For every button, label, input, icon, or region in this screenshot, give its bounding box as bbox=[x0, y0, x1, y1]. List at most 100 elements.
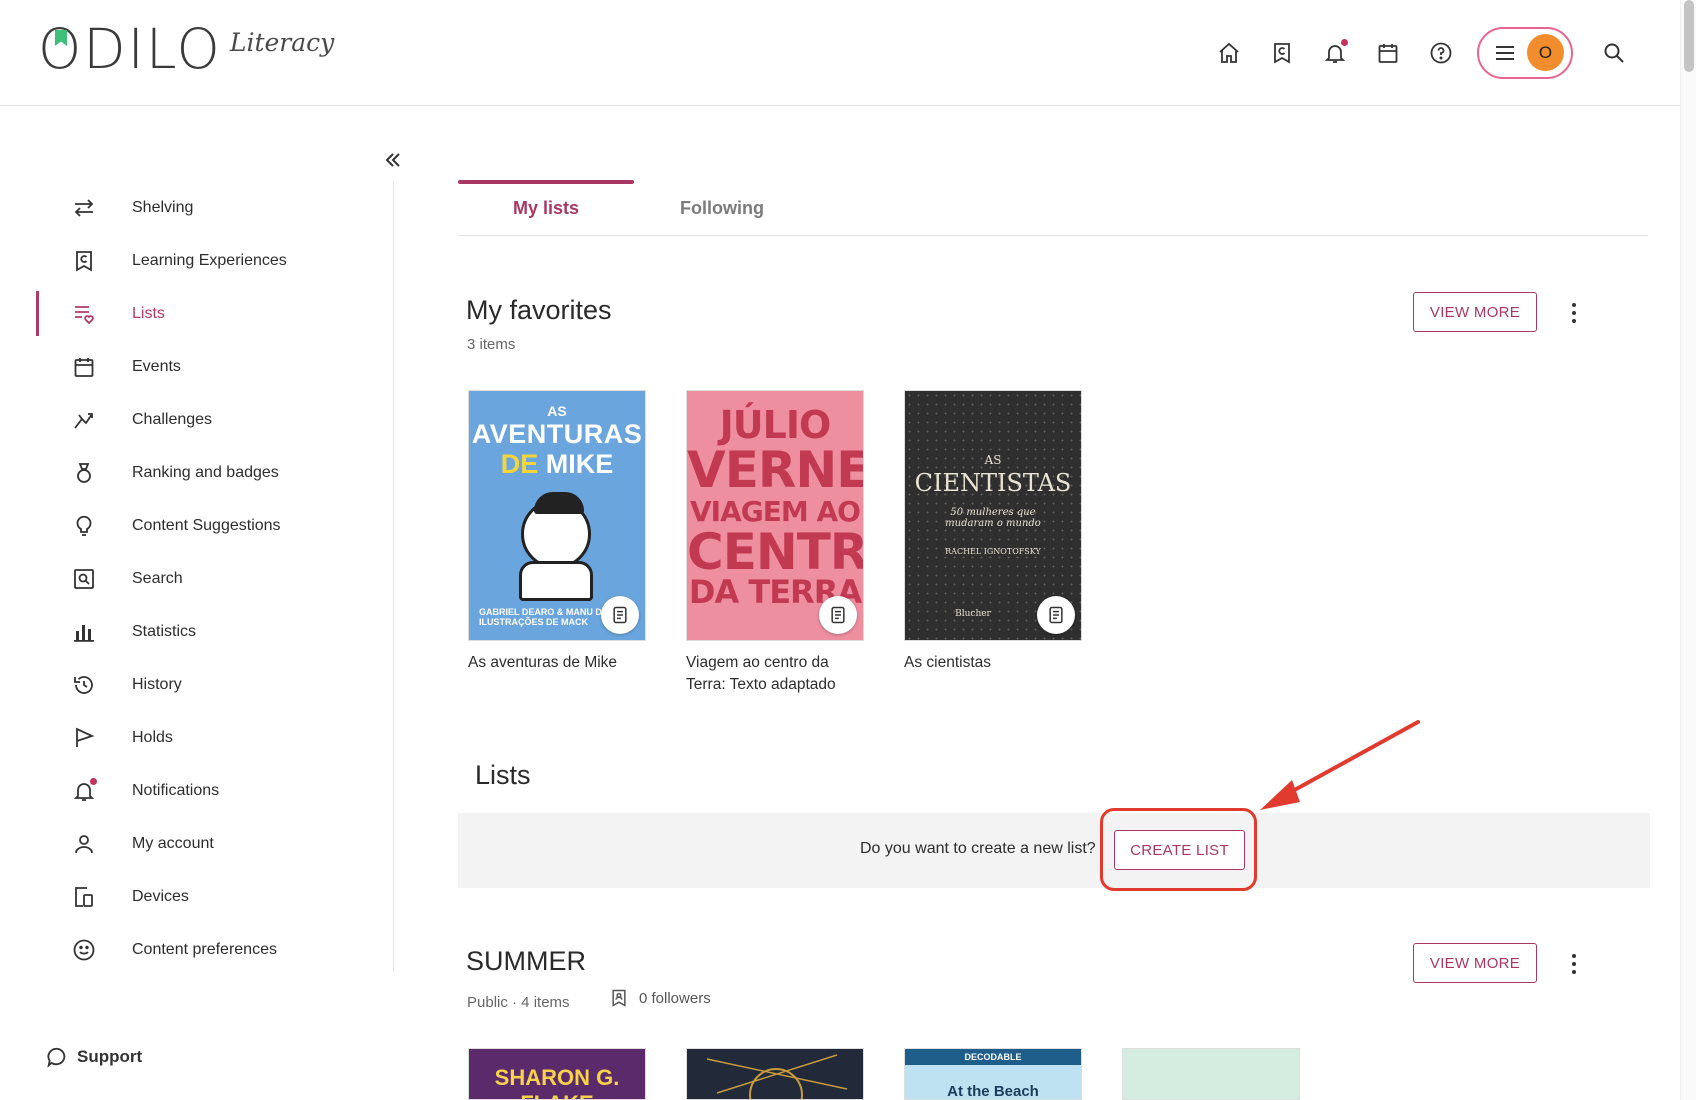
sidebar-item-notifications[interactable]: Notifications bbox=[36, 764, 376, 817]
sidebar-item-label: Learning Experiences bbox=[132, 251, 287, 269]
collapse-sidebar-icon[interactable] bbox=[381, 148, 405, 172]
book-card[interactable]: JÚLIO VERNE VIAGEM AO CENTRO DA TERRA Vi… bbox=[686, 390, 864, 696]
summer-view-more-button[interactable]: VIEW MORE bbox=[1413, 943, 1537, 983]
cover-text: DE bbox=[500, 449, 546, 479]
sidebar-item-label: History bbox=[132, 675, 182, 693]
book-cover[interactable]: SHARON G. FLAKE bbox=[468, 1048, 646, 1100]
tab-following[interactable]: Following bbox=[634, 180, 810, 236]
callout-arrow-icon bbox=[1260, 720, 1420, 810]
book-card[interactable]: AS AVENTURAS DE MIKE GABRIEL DEARO & MAN… bbox=[468, 390, 646, 674]
sidebar-item-label: Shelving bbox=[132, 198, 194, 216]
cover-illustration bbox=[521, 492, 591, 569]
summer-list-meta: Public · 4 items bbox=[467, 994, 570, 1011]
search-box-icon bbox=[71, 566, 97, 592]
sidebar-item-content-preferences[interactable]: Content preferences bbox=[36, 923, 376, 976]
calendar-icon bbox=[71, 354, 97, 380]
devices-icon bbox=[71, 884, 97, 910]
user-icon bbox=[71, 831, 97, 857]
support-label: Support bbox=[77, 1047, 143, 1066]
followers-icon bbox=[612, 989, 626, 1007]
list-heart-icon bbox=[71, 301, 97, 327]
bar-chart-icon bbox=[71, 619, 97, 645]
tab-my-lists[interactable]: My lists bbox=[458, 180, 634, 236]
user-menu-button[interactable]: O bbox=[1477, 26, 1573, 79]
sidebar-item-content-suggestions[interactable]: Content Suggestions bbox=[36, 499, 376, 552]
sidebar-item-holds[interactable]: Holds bbox=[36, 711, 376, 764]
book-cover[interactable]: DECODABLE At the Beach bbox=[904, 1048, 1082, 1100]
book-cover[interactable] bbox=[1122, 1048, 1300, 1100]
logo-product-name: Literacy bbox=[229, 28, 335, 57]
sidebar-nav: Shelving Learning Experiences Lists Even… bbox=[36, 181, 376, 976]
cover-illustration bbox=[706, 1054, 848, 1099]
sidebar-item-my-account[interactable]: My account bbox=[36, 817, 376, 870]
sidebar-item-learning-experiences[interactable]: Learning Experiences bbox=[36, 234, 376, 287]
book-card[interactable]: AS CIENTISTAS 50 mulheres que mudaram o … bbox=[904, 390, 1082, 674]
cover-text: VERNE bbox=[687, 441, 864, 499]
cover-text: CIENTISTAS bbox=[914, 469, 1072, 497]
sidebar-item-label: Content Suggestions bbox=[132, 516, 281, 534]
sidebar-item-shelving[interactable]: Shelving bbox=[36, 181, 376, 234]
lists-title: Lists bbox=[475, 760, 531, 790]
top-header: ODILO Literacy O bbox=[0, 0, 1680, 106]
sidebar-item-label: Lists bbox=[132, 304, 165, 322]
cover-text: SHARON G. FLAKE bbox=[494, 1065, 620, 1099]
sidebar-item-lists[interactable]: Lists bbox=[36, 287, 376, 340]
sidebar-item-label: Ranking and badges bbox=[132, 463, 279, 481]
summer-more-options-icon[interactable] bbox=[1562, 949, 1586, 979]
book-cover[interactable]: AS AVENTURAS DE MIKE GABRIEL DEARO & MAN… bbox=[468, 390, 646, 641]
sidebar-item-label: Challenges bbox=[132, 410, 213, 428]
sidebar-item-label: Devices bbox=[132, 887, 189, 905]
cover-text: AS bbox=[984, 453, 1002, 467]
book-title[interactable]: Viagem ao centro da Terra: Texto adaptad… bbox=[686, 652, 864, 696]
sidebar-item-search[interactable]: Search bbox=[36, 552, 376, 605]
book-cover[interactable]: JÚLIO VERNE VIAGEM AO CENTRO DA TERRA bbox=[686, 390, 864, 641]
learning-icon[interactable] bbox=[1255, 26, 1308, 79]
calendar-icon[interactable] bbox=[1361, 26, 1414, 79]
sidebar-item-devices[interactable]: Devices bbox=[36, 870, 376, 923]
home-icon[interactable] bbox=[1202, 26, 1255, 79]
sidebar-item-label: Notifications bbox=[132, 781, 220, 799]
avatar: O bbox=[1527, 34, 1564, 71]
page-scrollbar[interactable] bbox=[1680, 0, 1696, 1100]
callout-highlight-box bbox=[1100, 808, 1257, 891]
sidebar-item-statistics[interactable]: Statistics bbox=[36, 605, 376, 658]
ebook-badge-icon bbox=[1037, 596, 1075, 634]
odilo-logo[interactable]: ODILO Literacy bbox=[38, 22, 334, 77]
hamburger-menu-icon bbox=[1496, 45, 1514, 60]
help-icon[interactable] bbox=[1414, 26, 1467, 79]
book-cover[interactable] bbox=[686, 1048, 864, 1100]
notification-dot bbox=[1341, 39, 1348, 46]
book-cover[interactable]: AS CIENTISTAS 50 mulheres que mudaram o … bbox=[904, 390, 1082, 641]
book-title[interactable]: As cientistas bbox=[904, 652, 1082, 674]
ebook-badge-icon bbox=[601, 596, 639, 634]
sidebar-item-challenges[interactable]: Challenges bbox=[36, 393, 376, 446]
notifications-bell-icon[interactable] bbox=[1308, 26, 1361, 79]
sidebar-item-events[interactable]: Events bbox=[36, 340, 376, 393]
favorites-count: 3 items bbox=[467, 336, 516, 353]
sidebar-item-history[interactable]: History bbox=[36, 658, 376, 711]
sidebar-item-label: My account bbox=[132, 834, 214, 852]
learning-bookmark-icon bbox=[71, 248, 97, 274]
cover-text: 50 mulheres que mudaram o mundo bbox=[945, 507, 1041, 529]
sidebar-item-label: Search bbox=[132, 569, 183, 587]
favorites-more-options-icon[interactable] bbox=[1562, 298, 1586, 328]
sidebar-item-ranking[interactable]: Ranking and badges bbox=[36, 446, 376, 499]
support-link[interactable]: Support bbox=[46, 1046, 142, 1068]
create-list-prompt: Do you want to create a new list? bbox=[860, 840, 1096, 857]
sidebar-item-label: Statistics bbox=[132, 622, 197, 640]
cover-tag: DECODABLE bbox=[905, 1049, 1081, 1065]
followers-count: 0 followers bbox=[639, 989, 711, 1007]
bell-icon bbox=[71, 778, 97, 804]
swap-arrows-icon bbox=[71, 195, 97, 221]
create-list-banner: Do you want to create a new list? bbox=[458, 813, 1650, 888]
search-icon[interactable] bbox=[1587, 26, 1640, 79]
cover-text: AVENTURAS bbox=[471, 419, 643, 449]
cover-text: At the Beach bbox=[947, 1083, 1039, 1100]
scrollbar-thumb[interactable] bbox=[1684, 0, 1694, 72]
header-actions: O bbox=[1202, 26, 1640, 79]
cover-text: DE MIKE bbox=[469, 449, 645, 480]
notification-dot bbox=[90, 778, 97, 785]
cover-illustration bbox=[519, 561, 593, 601]
book-title[interactable]: As aventuras de Mike bbox=[468, 652, 646, 674]
favorites-view-more-button[interactable]: VIEW MORE bbox=[1413, 292, 1537, 332]
